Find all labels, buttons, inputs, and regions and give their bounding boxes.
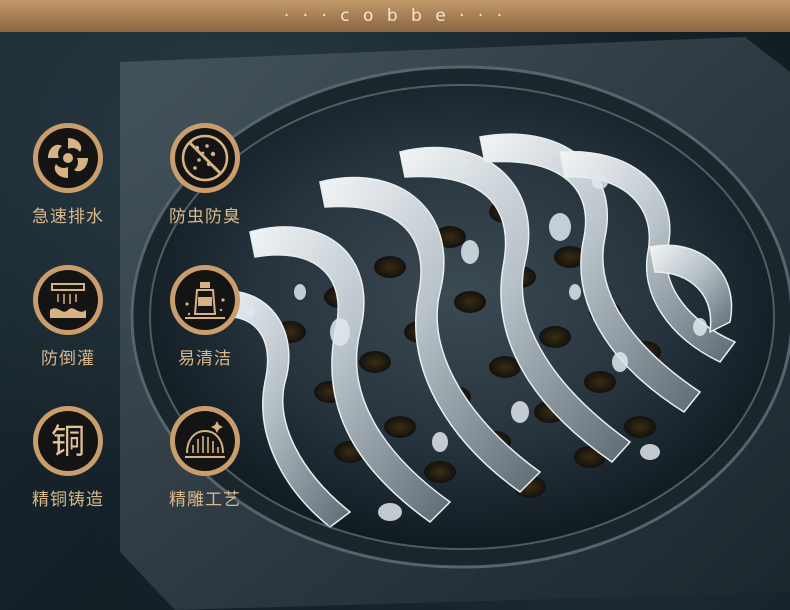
feature-copper-casting: 铜 精铜铸造 bbox=[13, 405, 123, 510]
feature-anti-backflow: 防倒灌 bbox=[13, 264, 123, 369]
brand-text: · · · c o b b e · · · bbox=[283, 6, 507, 26]
copper-glyph: 铜 bbox=[51, 422, 85, 462]
copper-char-icon: 铜 bbox=[33, 406, 103, 476]
brand-header: · · · c o b b e · · · bbox=[0, 0, 790, 32]
feature-label: 易清洁 bbox=[178, 349, 232, 369]
easy-clean-icon bbox=[170, 265, 240, 335]
feature-label: 防倒灌 bbox=[41, 349, 95, 369]
feature-insect-odor-proof: 防虫防臭 bbox=[150, 122, 260, 227]
feature-easy-clean: 易清洁 bbox=[150, 264, 260, 369]
feature-fine-carving: 精雕工艺 bbox=[150, 405, 260, 510]
anti-backflow-icon bbox=[33, 265, 103, 335]
feature-label: 精雕工艺 bbox=[169, 490, 241, 510]
feature-fast-drainage: 急速排水 bbox=[13, 122, 123, 227]
no-bugs-icon bbox=[170, 123, 240, 193]
feature-label: 急速排水 bbox=[32, 207, 104, 227]
feature-label: 精铜铸造 bbox=[32, 490, 104, 510]
swirl-icon bbox=[33, 123, 103, 193]
product-stage: 急速排水 防虫防臭 防倒灌 易清洁 铜 精铜铸造 精雕工艺 bbox=[0, 32, 790, 610]
feature-label: 防虫防臭 bbox=[169, 207, 241, 227]
craft-icon bbox=[170, 406, 240, 476]
